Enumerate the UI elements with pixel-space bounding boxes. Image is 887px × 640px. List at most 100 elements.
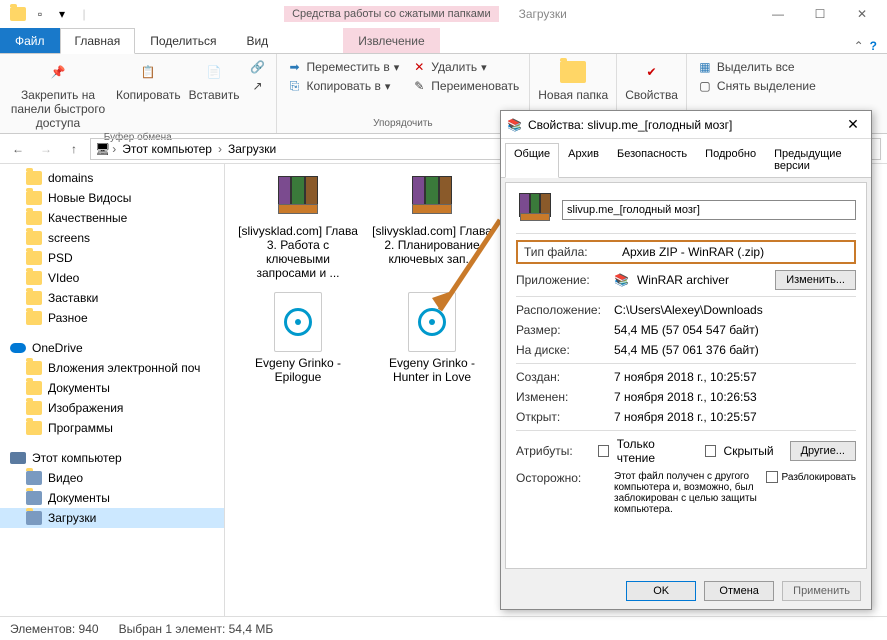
label-readonly: Только чтение <box>617 437 683 465</box>
sidebar-item[interactable]: Документы <box>0 378 224 398</box>
tab-share[interactable]: Поделиться <box>135 28 231 53</box>
readonly-checkbox[interactable] <box>598 445 608 457</box>
label-app: Приложение: <box>516 273 606 287</box>
archive-icon <box>274 176 322 220</box>
sidebar-item[interactable]: domains <box>0 168 224 188</box>
hidden-checkbox[interactable] <box>705 445 715 457</box>
filename-input[interactable] <box>562 200 856 220</box>
dialog-tab-previous[interactable]: Предыдущие версии <box>765 143 867 177</box>
change-button[interactable]: Изменить... <box>775 270 856 290</box>
sidebar-item[interactable]: Заставки <box>0 288 224 308</box>
tab-extract[interactable]: Извлечение <box>343 28 439 53</box>
paste-icon: 📄 <box>200 58 228 86</box>
dialog-body: Тип файла: Архив ZIP - WinRAR (.zip) При… <box>505 182 867 569</box>
file-item[interactable]: [slivysklad.com] Глава 3. Работа с ключе… <box>233 172 363 284</box>
tab-file[interactable]: Файл <box>0 28 60 53</box>
value-caution: Этот файл получен с другого компьютера и… <box>614 471 758 515</box>
organize-group-label: Упорядочить <box>373 116 433 131</box>
ok-button[interactable]: OK <box>626 581 696 601</box>
apply-button[interactable]: Применить <box>782 581 861 601</box>
label-type: Тип файла: <box>524 245 614 259</box>
forward-button[interactable]: → <box>34 137 58 161</box>
rename-button[interactable]: ✎Переименовать <box>409 77 521 95</box>
chevron-up-icon[interactable]: ⌃ <box>854 39 864 53</box>
sidebar-this-pc[interactable]: Этот компьютер <box>0 448 224 468</box>
label-created: Создан: <box>516 370 606 384</box>
sidebar-item[interactable]: Вложения электронной поч <box>0 358 224 378</box>
window-title: Загрузки <box>519 7 567 21</box>
dialog-tab-archive[interactable]: Архив <box>559 143 608 177</box>
status-count: Элементов: 940 <box>10 622 99 636</box>
move-to-button[interactable]: ➡Переместить в ▾ <box>285 58 402 76</box>
sidebar-item[interactable]: Изображения <box>0 398 224 418</box>
help-icon[interactable]: ? <box>870 39 877 53</box>
minimize-button[interactable]: — <box>757 2 799 26</box>
dialog-tabs: Общие Архив Безопасность Подробно Предыд… <box>501 139 871 178</box>
sidebar-item[interactable]: Видео <box>0 468 224 488</box>
cancel-button[interactable]: Отмена <box>704 581 774 601</box>
sidebar-item[interactable]: Документы <box>0 488 224 508</box>
close-button[interactable]: ✕ <box>841 2 883 26</box>
maximize-button[interactable]: ☐ <box>799 2 841 26</box>
sidebar-item[interactable]: Новые Видосы <box>0 188 224 208</box>
breadcrumb-downloads[interactable]: Загрузки <box>224 142 280 156</box>
label-ondisk: На диске: <box>516 343 606 357</box>
sidebar-item[interactable]: VIdeo <box>0 268 224 288</box>
select-all-button[interactable]: ▦Выделить все <box>695 58 818 76</box>
winrar-icon: 📚 <box>614 273 629 287</box>
dialog-tab-security[interactable]: Безопасность <box>608 143 696 177</box>
dialog-close-button[interactable]: ✕ <box>841 116 865 133</box>
folder-icon <box>26 421 42 435</box>
up-button[interactable]: ↑ <box>62 137 86 161</box>
sidebar-item[interactable]: Программы <box>0 418 224 438</box>
paste-button[interactable]: 📄 Вставить <box>189 58 240 102</box>
audio-icon <box>408 292 456 352</box>
properties-button[interactable]: ✔ Свойства <box>625 58 678 102</box>
sidebar-item[interactable]: Разное <box>0 308 224 328</box>
separator: | <box>74 4 94 24</box>
folder-icon <box>26 511 42 525</box>
properties-icon: ✔ <box>638 58 666 86</box>
check-icon[interactable]: ▫ <box>30 4 50 24</box>
file-item[interactable]: Evgeny Grinko - Epilogue <box>233 288 363 388</box>
tab-home[interactable]: Главная <box>60 28 136 54</box>
file-item[interactable]: [slivysklad.com] Глава 2. Планирование к… <box>367 172 497 284</box>
dropdown-icon[interactable]: ▾ <box>52 4 72 24</box>
delete-button[interactable]: ✕Удалить ▾ <box>409 58 521 76</box>
folder-icon <box>26 171 42 185</box>
paste-shortcut-button[interactable]: ↗ <box>248 77 268 95</box>
dialog-titlebar[interactable]: 📚 Свойства: slivup.me_[голодный мозг] ✕ <box>501 111 871 139</box>
breadcrumb-pc[interactable]: Этот компьютер <box>118 142 216 156</box>
copy-button[interactable]: 📋 Копировать <box>116 58 181 102</box>
new-folder-button[interactable]: Новая папка <box>538 58 608 102</box>
value-ondisk: 54,4 МБ (57 061 376 байт) <box>614 343 856 357</box>
status-selected: Выбран 1 элемент: 54,4 МБ <box>119 622 274 636</box>
clear-selection-button[interactable]: ▢Снять выделение <box>695 77 818 95</box>
archive-icon <box>408 176 456 220</box>
status-bar: Элементов: 940 Выбран 1 элемент: 54,4 МБ <box>0 616 887 640</box>
dialog-tab-details[interactable]: Подробно <box>696 143 765 177</box>
sidebar-item[interactable]: screens <box>0 228 224 248</box>
tab-view[interactable]: Вид <box>231 28 283 53</box>
sidebar-onedrive[interactable]: OneDrive <box>0 338 224 358</box>
sidebar-item[interactable]: PSD <box>0 248 224 268</box>
copy-to-button[interactable]: ⎘Копировать в ▾ <box>285 77 402 95</box>
copy-path-button[interactable]: 🔗 <box>248 58 268 76</box>
folder-icon <box>26 311 42 325</box>
unblock-checkbox[interactable] <box>766 471 778 483</box>
folder-icon <box>26 251 42 265</box>
sidebar-item-downloads[interactable]: Загрузки <box>0 508 224 528</box>
other-attrs-button[interactable]: Другие... <box>790 441 856 461</box>
label-hidden: Скрытый <box>724 444 774 458</box>
pin-icon: 📌 <box>44 58 72 86</box>
pin-button[interactable]: 📌 Закрепить на панели быстрого доступа <box>8 58 108 130</box>
file-item[interactable]: Evgeny Grinko - Hunter in Love <box>367 288 497 388</box>
label-accessed: Открыт: <box>516 410 606 424</box>
copy-icon: 📋 <box>134 58 162 86</box>
delete-icon: ✕ <box>411 59 427 75</box>
back-button[interactable]: ← <box>6 137 30 161</box>
folder-icon <box>26 471 42 485</box>
dialog-tab-general[interactable]: Общие <box>505 143 559 178</box>
selectall-icon: ▦ <box>697 59 713 75</box>
sidebar-item[interactable]: Качественные <box>0 208 224 228</box>
